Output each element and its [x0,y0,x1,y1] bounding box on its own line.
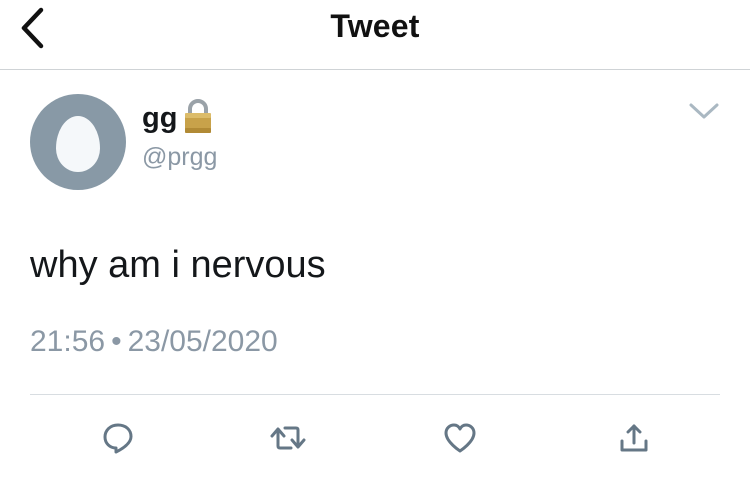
timestamp-separator: • [111,325,122,358]
tweet-time: 21:56 [30,325,106,358]
divider [30,394,720,395]
share-icon [620,424,648,452]
user-handle[interactable]: @prgg [142,143,217,172]
tweet-date: 23/05/2020 [127,325,278,358]
display-name[interactable]: gg [142,101,177,135]
chevron-down-icon [689,103,719,119]
share-button[interactable] [614,418,654,458]
author-name-row: gg [142,98,215,135]
page-title: Tweet [330,8,420,44]
retweet-button[interactable] [268,418,308,458]
more-options-button[interactable] [684,96,724,126]
reply-icon [103,423,133,454]
like-button[interactable] [440,418,480,458]
default-egg-icon [56,116,100,172]
tweet-text: why am i nervous [30,244,326,286]
like-icon [444,423,476,453]
lock-icon [185,99,212,133]
avatar[interactable] [30,94,126,190]
retweet-icon [270,426,306,450]
reply-button[interactable] [98,418,138,458]
tweet-timestamp[interactable]: 21:56 • 23/05/2020 [30,324,278,360]
nav-bar: Tweet [0,0,750,70]
